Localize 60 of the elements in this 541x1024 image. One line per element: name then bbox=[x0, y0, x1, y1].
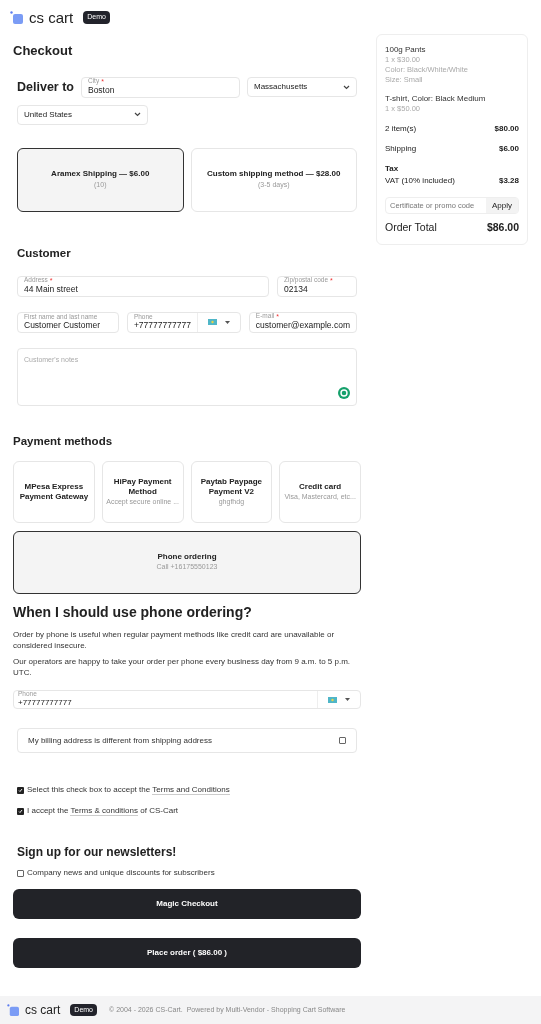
flag-icon bbox=[207, 319, 217, 326]
terms-text: Select this check box to accept the Terms and Conditions bbox=[27, 784, 230, 796]
newsletter-heading: Sign up for our newsletters! bbox=[16, 844, 178, 861]
terms-link[interactable]: Terms & conditions bbox=[70, 806, 139, 816]
checkbox[interactable] bbox=[17, 807, 24, 815]
grammar-assistant-icon[interactable] bbox=[338, 386, 350, 399]
billing-label: My billing address is different from shipping address bbox=[28, 734, 212, 747]
product-name[interactable]: T-shirt, Color: Black Medium bbox=[385, 94, 519, 104]
info-paragraph: Order by phone is useful when regular payment methods like credit card are unavailable or considered insecure. bbox=[13, 629, 336, 651]
total-value: $80.00 bbox=[494, 123, 519, 135]
product-name[interactable]: 100g Pants bbox=[385, 45, 519, 55]
field-value: 02134 bbox=[284, 284, 309, 296]
shipping-name: Custom shipping method — $28.00 bbox=[207, 168, 341, 181]
logo-icon bbox=[10, 11, 23, 24]
caret-icon bbox=[224, 320, 230, 324]
logo-text[interactable]: cs cart bbox=[29, 10, 74, 25]
field-value: 44 Main street bbox=[24, 284, 79, 296]
order-total-label: Order Total bbox=[385, 220, 437, 235]
tax-heading: Tax bbox=[385, 163, 400, 175]
caret-icon bbox=[134, 112, 141, 117]
section-heading: Payment methods bbox=[13, 433, 114, 449]
field-value: customer@example.com bbox=[255, 320, 350, 332]
info-heading: When I should use phone ordering? bbox=[13, 603, 253, 622]
flag-icon bbox=[328, 696, 337, 703]
terms-link[interactable]: Terms and Conditions bbox=[152, 785, 230, 795]
section-heading: Customer bbox=[16, 245, 72, 261]
total-value: $6.00 bbox=[498, 143, 519, 155]
checkbox[interactable] bbox=[339, 737, 346, 744]
tax-label: VAT (10% included) bbox=[385, 175, 455, 187]
field-value: Boston bbox=[87, 85, 116, 96]
logo-icon bbox=[7, 1004, 19, 1016]
payment-name: MPesa Express Payment Gateway bbox=[18, 482, 90, 502]
country-select[interactable]: United States bbox=[17, 104, 148, 125]
field-value: +77777777777 bbox=[133, 320, 191, 331]
tax-value: $3.28 bbox=[498, 175, 519, 187]
total-label: 2 item(s) bbox=[385, 123, 417, 135]
order-total-value: $86.00 bbox=[486, 220, 519, 235]
info-paragraph: Our operators are happy to take your order per phone every business day from 9 a.m. to 5 p.m. UTC. bbox=[13, 656, 352, 678]
state-select[interactable]: Massachusetts bbox=[247, 77, 357, 97]
checkbox[interactable] bbox=[17, 869, 24, 877]
payment-name: HiPay Payment Method bbox=[112, 476, 173, 497]
total-label: Shipping bbox=[385, 143, 417, 155]
terms-text: I accept the Terms & conditions of CS-Cart bbox=[27, 805, 179, 817]
field-value: Customer Customer bbox=[24, 320, 102, 331]
caret-icon bbox=[345, 698, 350, 701]
shipping-name: Aramex Shipping — $6.00 bbox=[51, 168, 150, 181]
payment-name: Credit card bbox=[299, 481, 342, 492]
payment-name: Paytab Paypage Payment V2 bbox=[199, 476, 264, 497]
newsletter-label: Company news and unique discounts for subscribers bbox=[27, 867, 215, 879]
checkbox[interactable] bbox=[17, 786, 24, 794]
billing-option[interactable]: My billing address is different from shipping address bbox=[17, 728, 357, 753]
page-title: Checkout bbox=[13, 42, 74, 60]
checkout-button[interactable]: Place order ( $86.00 ) bbox=[13, 938, 361, 968]
payment-name: Phone ordering bbox=[157, 552, 217, 563]
field-value: +77777777777 bbox=[18, 697, 73, 708]
section-heading: Deliver to bbox=[17, 78, 74, 96]
checkout-button[interactable]: Magic Checkout bbox=[13, 889, 361, 919]
logo-text[interactable]: cs cart bbox=[25, 1001, 61, 1019]
payment-option[interactable]: MPesa Express Payment Gateway bbox=[13, 461, 95, 523]
caret-icon bbox=[343, 84, 350, 90]
